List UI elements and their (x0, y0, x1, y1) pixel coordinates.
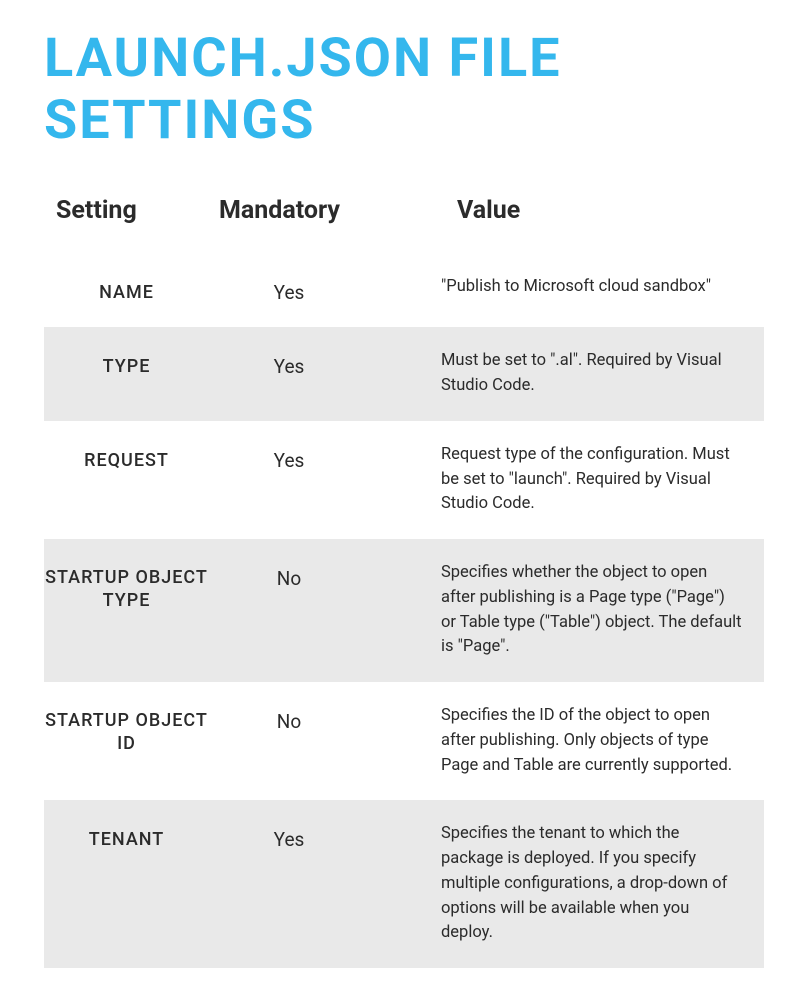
cell-value: Request type of the configuration. Must … (399, 443, 764, 517)
cell-setting: STARTUP OBJECT ID (44, 704, 219, 756)
table-header: Setting Mandatory Value (44, 188, 764, 253)
table-row: REQUEST Yes Request type of the configur… (44, 421, 764, 539)
cell-setting: NAME (44, 275, 219, 305)
table-row: STARTUP OBJECT ID No Specifies the ID of… (44, 682, 764, 800)
cell-setting: TENANT (44, 822, 219, 852)
header-mandatory: Mandatory (219, 196, 399, 225)
cell-value: Must be set to ".al". Required by Visual… (399, 349, 764, 399)
header-value: Value (399, 196, 764, 225)
cell-value: "Publish to Microsoft cloud sandbox" (399, 275, 764, 300)
cell-setting: REQUEST (44, 443, 219, 473)
cell-setting: STARTUP OBJECT TYPE (44, 561, 219, 613)
table-row: NAME Yes "Publish to Microsoft cloud san… (44, 253, 764, 327)
cell-mandatory: Yes (219, 822, 399, 851)
cell-value: Specifies the tenant to which the packag… (399, 822, 764, 946)
table-row: STARTUP OBJECT TYPE No Specifies whether… (44, 539, 764, 682)
cell-value: Specifies the ID of the object to open a… (399, 704, 764, 778)
header-setting: Setting (44, 196, 219, 225)
cell-mandatory: Yes (219, 349, 399, 378)
cell-value: Specifies whether the object to open aft… (399, 561, 764, 660)
cell-mandatory: No (219, 561, 399, 590)
table-row: TENANT Yes Specifies the tenant to which… (44, 800, 764, 968)
cell-mandatory: Yes (219, 443, 399, 472)
page-title: LAUNCH.JSON FILE SETTINGS (44, 28, 764, 152)
cell-setting: TYPE (44, 349, 219, 379)
table-row: TYPE Yes Must be set to ".al". Required … (44, 327, 764, 421)
cell-mandatory: No (219, 704, 399, 733)
cell-mandatory: Yes (219, 275, 399, 304)
